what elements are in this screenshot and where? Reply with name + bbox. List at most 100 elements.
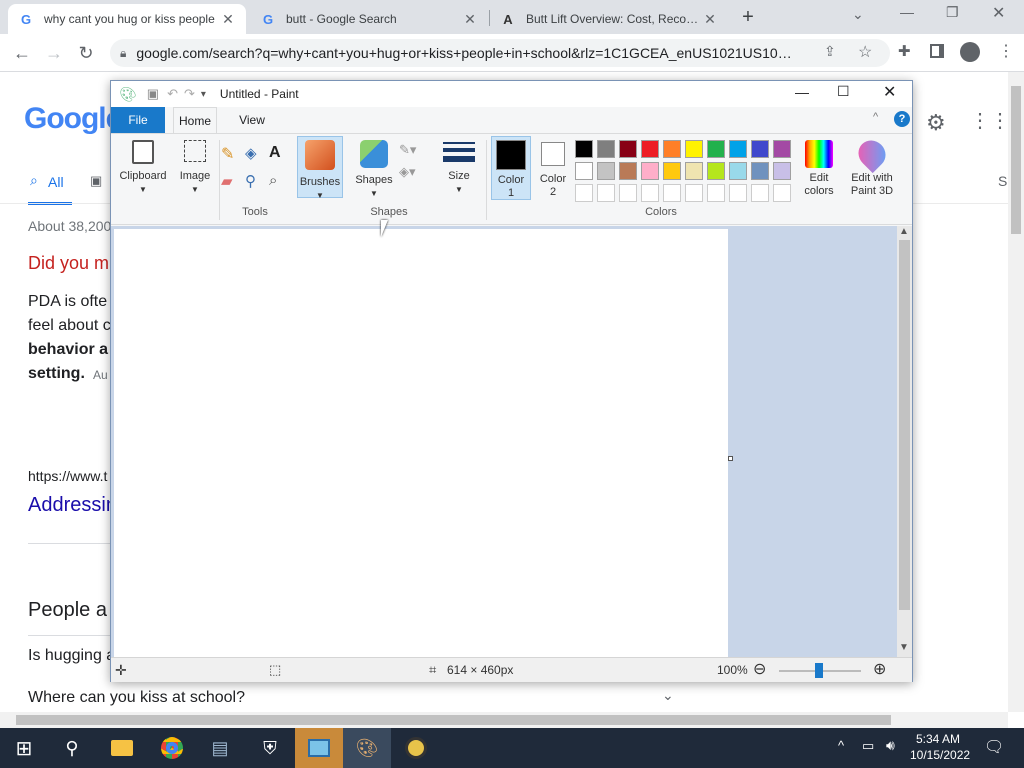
color-swatch[interactable] [773,162,791,180]
tools-tab[interactable]: S [998,173,1007,189]
color-swatch[interactable] [685,162,703,180]
color-swatch[interactable] [575,140,593,158]
show-hidden-icons-chevron[interactable]: ^ [838,738,844,753]
collapse-ribbon-icon[interactable]: ^ [873,111,878,123]
file-menu-tab[interactable]: File [111,107,165,133]
close-tab-icon[interactable]: ✕ [220,11,236,28]
profile-avatar-icon[interactable] [960,42,980,62]
color-swatch[interactable] [773,184,791,202]
address-bar[interactable]: 🔒︎ google.com/search?q=why+cant+you+hug+… [110,39,890,67]
notifications-icon[interactable]: 🗨︎ [984,737,1004,757]
quick-access-dropdown-icon[interactable]: ▾ [201,89,206,100]
security-shield-icon[interactable]: ⛨ [246,728,294,768]
color1-button[interactable]: Color 1 [491,136,531,200]
new-tab-button[interactable]: + [736,6,760,30]
color-swatch[interactable] [729,140,747,158]
paint-taskbar-icon[interactable]: 🎨︎ [343,728,391,768]
canvas-resize-handle[interactable] [728,456,733,461]
scrollbar-thumb[interactable] [16,715,891,725]
size-button[interactable]: Size ▼ [439,138,479,200]
outline-icon[interactable]: ✎▾ [399,142,416,158]
save-icon[interactable]: ▣ [147,86,159,102]
tab-why-cant-you-hug[interactable]: G why cant you hug or kiss people ✕ [8,4,246,34]
minimize-window-icon[interactable]: — [900,4,914,20]
color-swatch[interactable] [619,140,637,158]
close-tab-icon[interactable]: ✕ [462,11,478,28]
color-swatch[interactable] [597,162,615,180]
browser-menu-icon[interactable]: ⋮ [998,41,1014,61]
color-swatch[interactable] [707,140,725,158]
close-icon[interactable]: ✕ [883,82,896,102]
undo-icon[interactable]: ↶ [167,86,178,102]
restore-window-icon[interactable]: ❐ [946,4,959,21]
color-swatch[interactable] [641,184,659,202]
color-swatch[interactable] [641,162,659,180]
tab-butt-search[interactable]: G butt - Google Search ✕ [250,4,488,34]
color-swatch[interactable] [685,140,703,158]
canvas-vertical-scrollbar[interactable]: ▲ ▼ [897,226,912,657]
google-logo[interactable]: Google [24,102,122,136]
color-swatch[interactable] [575,162,593,180]
forward-arrow-icon[interactable]: → [42,41,66,65]
fill-icon[interactable]: ◈▾ [399,164,416,180]
apps-grid-icon[interactable]: ⋮⋮ [970,108,1010,133]
brushes-button[interactable]: Brushes ▼ [297,136,343,200]
magnifier-icon[interactable]: ⌕ [269,172,277,189]
tab-search-chevron-icon[interactable]: ⌄ [852,6,864,23]
did-you-mean[interactable]: Did you m [28,253,109,274]
color-swatch[interactable] [685,184,703,202]
expand-chevron-icon[interactable]: ⌄ [662,687,674,704]
color-swatch[interactable] [597,184,615,202]
result-title-link[interactable]: Addressin [28,494,117,517]
minimize-icon[interactable]: — [795,84,809,100]
color-swatch[interactable] [773,140,791,158]
color-swatch[interactable] [663,140,681,158]
bookmark-star-icon[interactable]: ☆ [858,42,872,62]
color-swatch[interactable] [619,184,637,202]
color-swatch[interactable] [597,140,615,158]
paa-question[interactable]: Where can you kiss at school? [28,689,245,707]
share-icon[interactable]: ⇪ [824,43,836,60]
shapes-button[interactable]: Shapes ▼ [351,138,397,198]
images-tab-icon[interactable]: ▣ [90,173,102,189]
scrollbar-thumb[interactable] [899,240,910,610]
scroll-down-icon[interactable]: ▼ [899,642,909,653]
scrollbar-thumb[interactable] [1011,86,1021,234]
color-swatch[interactable] [751,140,769,158]
extensions-puzzle-icon[interactable]: ✚ [898,42,911,60]
side-panel-icon[interactable] [930,44,944,58]
taskbar-app-icon[interactable]: ▤ [196,728,244,768]
eraser-icon[interactable]: ▰ [221,172,233,190]
network-icon[interactable]: ▭ [862,738,874,754]
zoom-slider-thumb[interactable] [815,663,823,678]
help-icon[interactable]: ? [894,111,910,127]
color-picker-icon[interactable]: ⚲ [245,172,256,190]
paa-question[interactable]: Is hugging a [28,647,115,665]
tab-all[interactable]: All [48,174,64,190]
color2-button[interactable]: Color 2 [535,138,571,200]
color-swatch[interactable] [619,162,637,180]
color-swatch[interactable] [663,184,681,202]
color-swatch[interactable] [707,162,725,180]
page-vertical-scrollbar[interactable] [1008,72,1024,712]
close-window-icon[interactable]: ✕ [992,3,1005,23]
scroll-up-icon[interactable]: ▲ [899,226,909,237]
settings-gear-icon[interactable]: ⚙ [926,110,946,136]
color-swatch[interactable] [751,162,769,180]
color-swatch[interactable] [663,162,681,180]
volume-icon[interactable]: 🔊︎ [886,737,895,754]
taskbar-app-icon[interactable] [392,728,440,768]
image-button[interactable]: Image ▼ [175,138,215,198]
page-horizontal-scrollbar[interactable] [0,712,1008,728]
maximize-icon[interactable]: ☐ [837,83,850,100]
tab-butt-lift[interactable]: A Butt Lift Overview: Cost, Recover ✕ [490,4,728,34]
edit-colors-button[interactable]: Edit colors [797,138,841,200]
view-ribbon-tab[interactable]: View [231,107,273,133]
taskbar-app-active-icon[interactable] [295,728,343,768]
zoom-out-icon[interactable]: ⊖ [753,659,766,679]
clipboard-button[interactable]: Clipboard ▼ [115,138,171,198]
start-windows-icon[interactable]: ⊞ [0,728,48,768]
home-ribbon-tab[interactable]: Home [173,107,217,134]
clock[interactable]: 5:34 AM 10/15/2022 [910,731,970,763]
text-tool-icon[interactable]: A [269,144,281,162]
